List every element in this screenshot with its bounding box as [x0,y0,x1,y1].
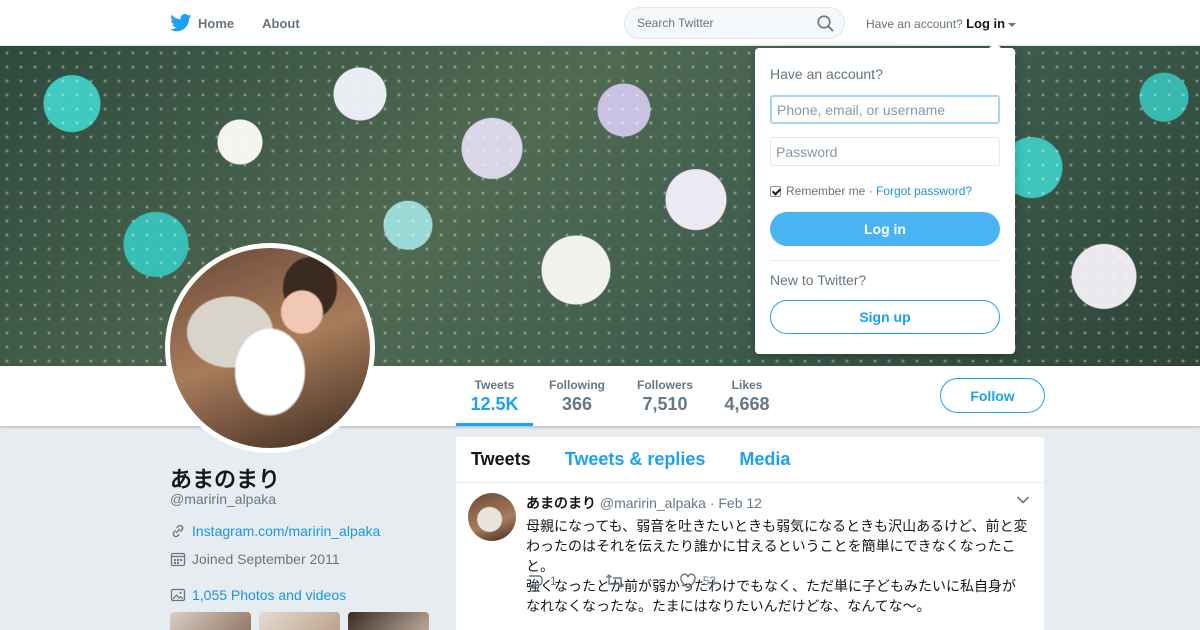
nav-home-label: Home [198,15,235,31]
like-action[interactable]: 53 [679,573,716,589]
reply-count: 1 [550,574,557,588]
remember-me-checkbox[interactable] [770,185,781,197]
profile-photos-videos[interactable]: 1,055 Photos and videos [170,587,346,603]
profile-avatar[interactable] [165,243,375,453]
heart-icon [679,573,696,589]
login-link[interactable]: Log in [966,16,1005,31]
stat-label: Tweets [474,378,515,392]
remember-me-row: Remember me · Forgot password? [770,184,972,198]
tweet-author-name[interactable]: あまのまり [526,495,596,511]
account-prompt: Have an account? [866,17,963,31]
tweet-actions: 1 53 [526,573,764,589]
twitter-bird-icon [170,14,192,32]
stat-following[interactable]: Following 366 [540,366,614,426]
account-login-toggle[interactable]: Have an account? Log in [866,16,1017,31]
remember-me-label[interactable]: Remember me · [786,184,873,198]
tweet[interactable]: あまのまり @maririn_alpaka · Feb 12 母親になっても、弱… [456,483,1044,616]
username-field[interactable] [770,95,1000,124]
profile-joined-text: Joined September 2011 [192,551,340,567]
stat-value: 7,510 [642,394,688,414]
signup-button[interactable]: Sign up [770,300,1000,334]
reply-icon [529,575,543,589]
profile-joined: Joined September 2011 [170,551,340,567]
tweet-header: あまのまり @maririn_alpaka · Feb 12 [526,493,1029,513]
new-to-twitter-text: New to Twitter? [770,272,867,288]
profile-handle[interactable]: @maririn_alpaka [170,491,276,507]
tab-tweets-replies[interactable]: Tweets & replies [565,449,706,470]
search-icon[interactable] [817,15,834,32]
stat-followers[interactable]: Followers 7,510 [628,366,702,426]
retweet-action[interactable] [605,573,631,589]
tweet-avatar[interactable] [468,493,516,541]
timeline: Tweets Tweets & replies Media あまのまり @mar… [456,437,1044,630]
password-field[interactable] [770,137,1000,166]
profile-name[interactable]: あまのまり [170,462,280,494]
stat-label: Likes [731,378,763,392]
divider [770,260,1000,261]
login-button[interactable]: Log in [770,212,1000,246]
nav-about-label: About [262,15,300,31]
stat-value: 366 [561,394,593,414]
follow-button[interactable]: Follow [940,378,1045,413]
profile-photos-videos-link[interactable]: 1,055 Photos and videos [192,587,346,603]
search-input[interactable] [637,16,807,30]
tweet-author-handle[interactable]: @maririn_alpaka [600,495,706,511]
stat-value: 12.5K [470,394,519,414]
forgot-password-link[interactable]: Forgot password? [876,184,972,198]
like-count: 53 [702,574,717,588]
photo-thumbnail[interactable] [259,612,340,630]
profile-website-link[interactable]: Instagram.com/maririn_alpaka [192,523,380,539]
timeline-tabs: Tweets Tweets & replies Media [456,437,1044,483]
tweet-text-line: 母親になっても、弱音を吐きたいときも弱気になるときも沢山あるけど、前と変わったの… [526,518,1028,574]
stat-value: 4,668 [724,394,770,414]
nav-left: Home About [170,0,328,46]
nav-about[interactable]: About [262,16,300,31]
stat-label: Following [549,378,605,392]
chevron-down-icon[interactable] [1016,495,1030,505]
link-icon [172,524,184,538]
nav-home[interactable]: Home [170,14,234,32]
stat-likes[interactable]: Likes 4,668 [716,366,778,426]
profile-website[interactable]: Instagram.com/maririn_alpaka [170,523,380,539]
photo-thumbnails [170,612,437,630]
photo-thumbnail[interactable] [348,612,429,630]
tab-tweets[interactable]: Tweets [471,449,531,470]
login-dropdown-title: Have an account? [770,66,883,82]
caret-down-icon[interactable] [1008,22,1017,27]
reply-action[interactable]: 1 [526,573,557,589]
stat-tweets[interactable]: Tweets 12.5K [456,366,533,426]
login-dropdown: Have an account? Remember me · Forgot pa… [755,42,1015,354]
tweet-timestamp[interactable]: · Feb 12 [710,495,762,511]
tab-media[interactable]: Media [739,449,790,470]
search-box[interactable] [624,7,845,39]
tweet-text: 母親になっても、弱音を吐きたいときも弱気になるときも沢山あるけど、前と変わったの… [526,516,1029,616]
photo-thumbnail[interactable] [170,612,251,630]
retweet-icon [605,574,624,588]
image-icon [170,588,186,602]
top-navigation-bar: Home About Have an account? Log in [0,0,1200,46]
stat-label: Followers [636,378,693,392]
calendar-icon [170,552,186,567]
